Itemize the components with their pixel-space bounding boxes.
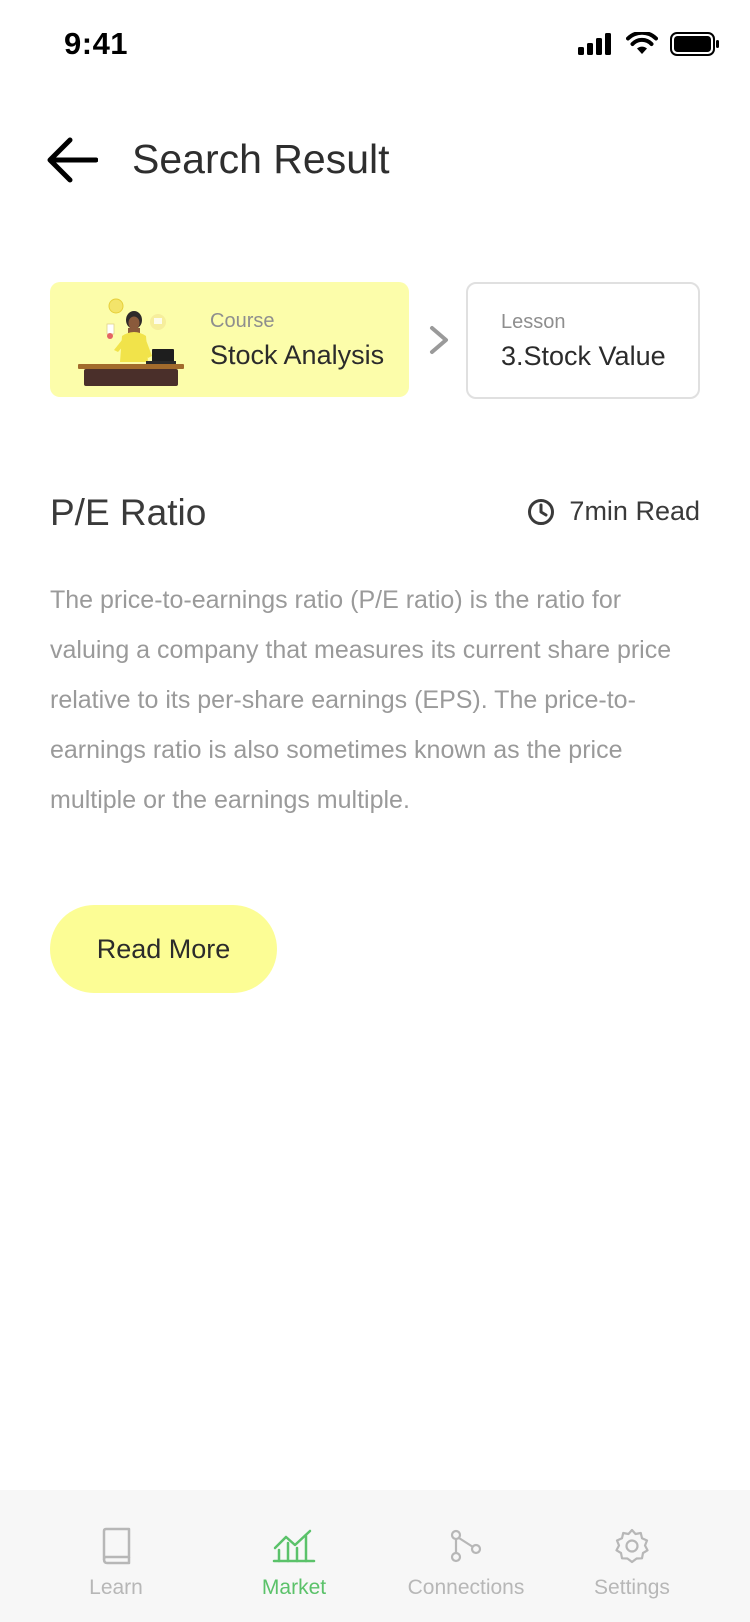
- chevron-right-icon: [430, 326, 448, 354]
- wifi-icon: [626, 32, 658, 54]
- read-more-button[interactable]: Read More: [50, 905, 277, 993]
- page-title: Search Result: [132, 136, 390, 182]
- gear-icon: [610, 1524, 654, 1568]
- nav-label-learn: Learn: [89, 1576, 143, 1599]
- read-time: 7min Read: [527, 496, 700, 527]
- connections-icon: [444, 1524, 488, 1568]
- nav-item-settings[interactable]: Settings: [572, 1490, 692, 1622]
- nav-label-connections: Connections: [407, 1576, 525, 1599]
- nav-item-market[interactable]: Market: [234, 1490, 354, 1622]
- battery-icon: [670, 32, 719, 56]
- signal-icon: [578, 33, 611, 55]
- breadcrumb: Course Stock Analysis Lesson 3.Stock Val…: [50, 282, 700, 399]
- article-title: P/E Ratio: [50, 492, 207, 533]
- arrow-left-icon: [47, 137, 98, 183]
- course-name: Stock Analysis: [210, 340, 385, 370]
- article-body: The price-to-earnings ratio (P/E ratio) …: [50, 586, 672, 814]
- chart-icon: [272, 1524, 316, 1568]
- header: Search Result: [0, 120, 750, 200]
- nav-label-settings: Settings: [594, 1576, 670, 1599]
- clock-icon: [528, 498, 555, 525]
- book-icon: [94, 1524, 138, 1568]
- nav-item-learn[interactable]: Learn: [56, 1490, 176, 1622]
- nav-item-connections[interactable]: Connections: [396, 1490, 536, 1622]
- nav-label-market: Market: [261, 1576, 327, 1599]
- course-label: Course: [210, 310, 275, 332]
- status-bar: 9:41: [0, 0, 750, 92]
- bottom-nav: Learn Market Connections Settings: [0, 1490, 750, 1622]
- course-card[interactable]: Course Stock Analysis: [50, 282, 409, 397]
- lesson-name: 3.Stock Value: [501, 341, 666, 371]
- lesson-label: Lesson: [501, 311, 566, 333]
- back-button[interactable]: [42, 130, 102, 190]
- lesson-card[interactable]: Lesson 3.Stock Value: [466, 282, 700, 399]
- read-time-text: 7min Read: [569, 496, 700, 526]
- person-at-desk-illustration: [78, 298, 184, 386]
- status-icons: [578, 32, 720, 56]
- status-time: 9:41: [64, 26, 129, 61]
